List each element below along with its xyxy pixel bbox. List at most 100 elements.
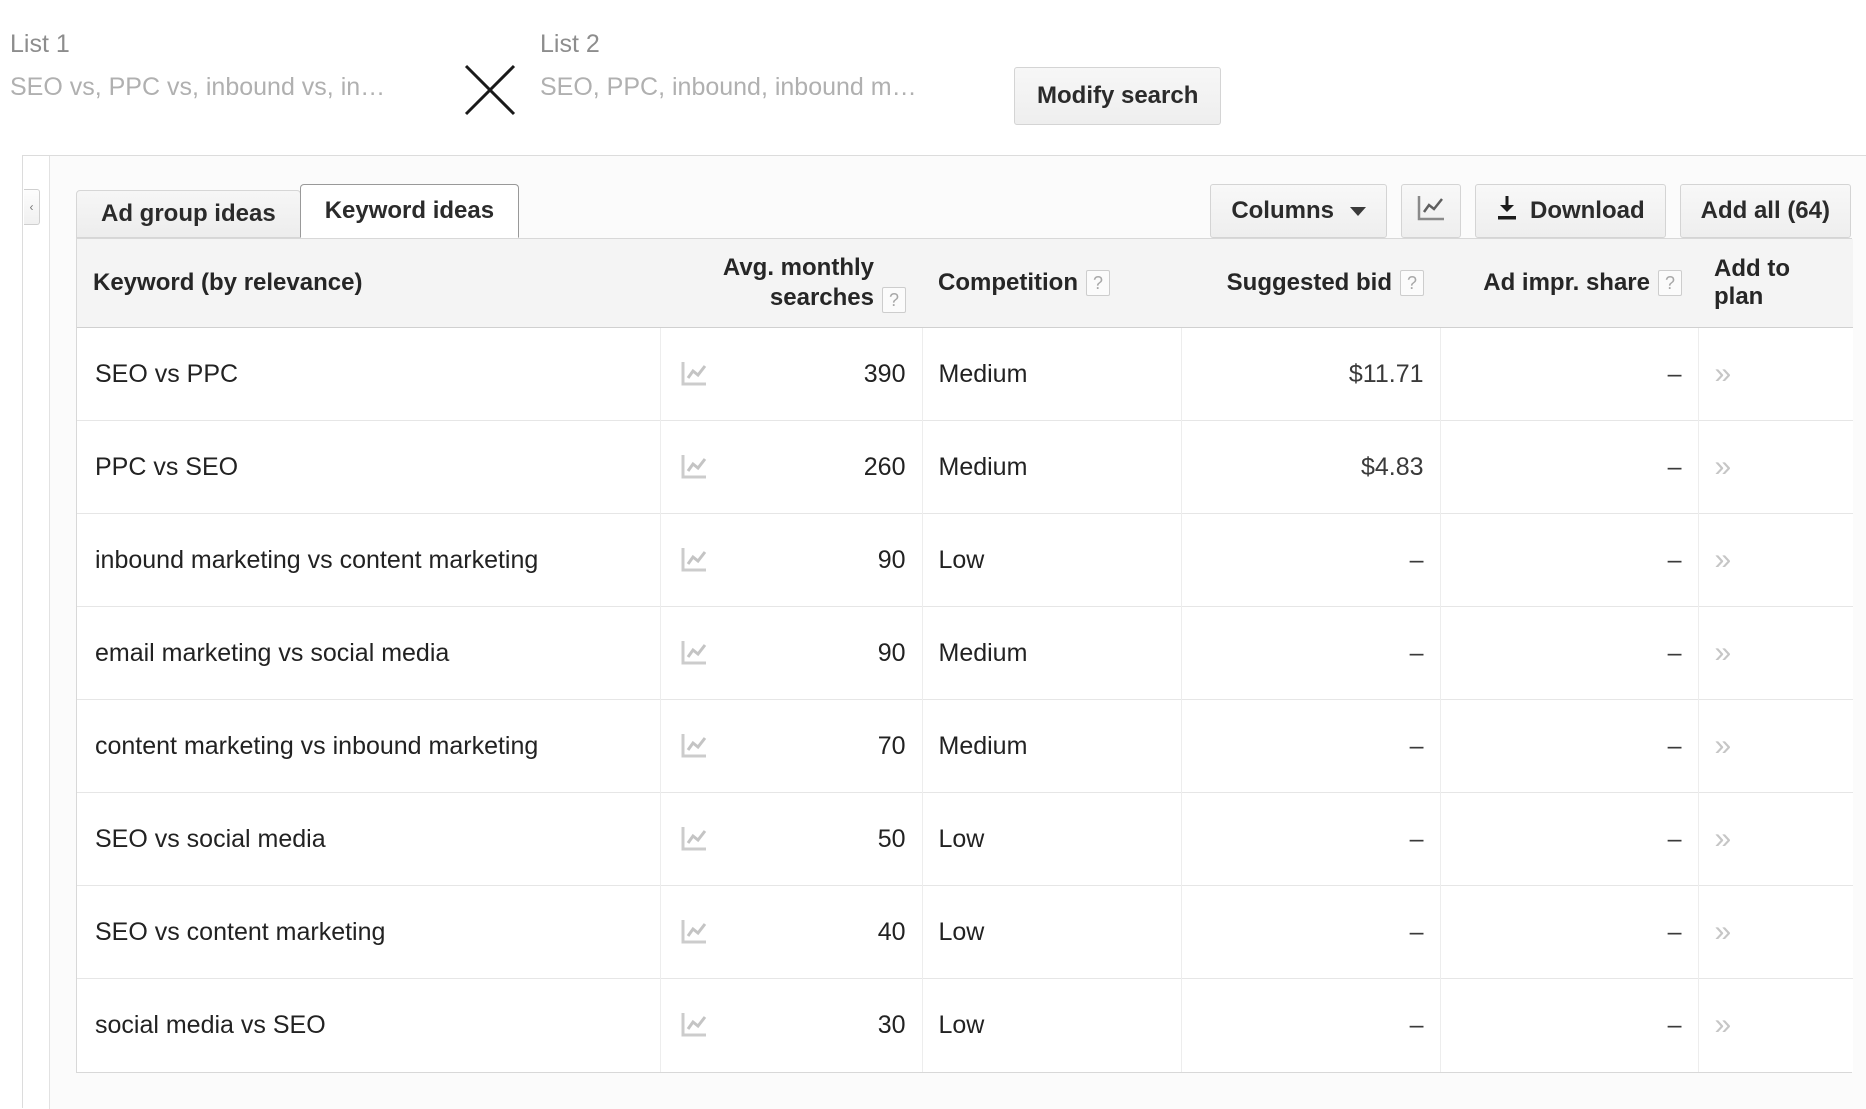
- sparkline-chart-icon[interactable]: [679, 1011, 709, 1039]
- cell-add-to-plan[interactable]: »: [1697, 699, 1853, 793]
- cell-suggested-bid: –: [1180, 792, 1440, 886]
- columns-button[interactable]: Columns: [1210, 184, 1387, 238]
- cell-add-to-plan[interactable]: »: [1697, 978, 1853, 1072]
- cell-add-to-plan[interactable]: »: [1697, 885, 1853, 979]
- download-button-label: Download: [1529, 197, 1645, 224]
- table-row[interactable]: SEO vs content marketing 40 Low – – »: [77, 885, 1853, 979]
- cell-avg-monthly-searches: 90: [659, 606, 922, 700]
- cell-keyword: email marketing vs social media: [77, 606, 660, 700]
- sidebar-collapse-handle[interactable]: ‹: [24, 189, 40, 225]
- cell-avg-monthly-searches: 30: [659, 978, 922, 1072]
- cell-add-to-plan[interactable]: »: [1697, 792, 1853, 886]
- column-header-keyword[interactable]: Keyword (by relevance): [77, 239, 660, 328]
- table-row[interactable]: content marketing vs inbound marketing 70…: [77, 699, 1853, 793]
- cell-add-to-plan[interactable]: »: [1697, 606, 1853, 700]
- ad-impr-share-value: –: [1667, 545, 1682, 574]
- suggested-bid-value: –: [1409, 824, 1424, 853]
- tab-keyword-ideas[interactable]: Keyword ideas: [299, 184, 520, 238]
- add-to-plan-icon[interactable]: »: [1715, 729, 1732, 762]
- column-header-avg-monthly-searches[interactable]: Avg. monthly searches ?: [660, 239, 922, 328]
- list-1-label: List 1: [10, 30, 70, 58]
- cell-competition: Low: [921, 978, 1181, 1072]
- table-row[interactable]: PPC vs SEO 260 Medium $4.83 – »: [77, 420, 1853, 514]
- searches-value: 50: [877, 824, 906, 853]
- table-row[interactable]: SEO vs PPC 390 Medium $11.71 – »: [77, 327, 1853, 421]
- table-row[interactable]: social media vs SEO 30 Low – – »: [77, 978, 1853, 1072]
- suggested-bid-value: $4.83: [1360, 452, 1424, 481]
- add-to-plan-icon[interactable]: »: [1715, 822, 1732, 855]
- suggested-bid-value: –: [1409, 638, 1424, 667]
- ad-impr-share-value: –: [1667, 917, 1682, 946]
- table-header-row: Keyword (by relevance) Avg. monthly sear…: [77, 239, 1853, 328]
- add-to-plan-icon[interactable]: »: [1715, 915, 1732, 948]
- suggested-bid-value: –: [1409, 545, 1424, 574]
- list-2-block: List 2 SEO, PPC, inbound, inbound m…: [540, 28, 970, 104]
- column-header-competition-label: Competition: [938, 269, 1078, 296]
- download-button[interactable]: Download: [1474, 184, 1666, 238]
- help-icon-avg-monthly-searches[interactable]: ?: [882, 287, 906, 313]
- keyword-ideas-table: Keyword (by relevance) Avg. monthly sear…: [77, 239, 1853, 1072]
- sparkline-chart-icon[interactable]: [679, 546, 709, 574]
- add-to-plan-icon[interactable]: »: [1715, 357, 1732, 390]
- keyword-text: email marketing vs social media: [95, 638, 450, 667]
- suggested-bid-value: –: [1409, 917, 1424, 946]
- add-to-plan-icon[interactable]: »: [1715, 450, 1732, 483]
- cell-avg-monthly-searches: 50: [659, 792, 922, 886]
- chart-view-button[interactable]: [1400, 184, 1461, 238]
- competition-value: Medium: [938, 731, 1028, 760]
- competition-value: Medium: [938, 638, 1028, 667]
- column-header-searches-line1: Avg. monthly: [722, 254, 874, 281]
- cell-keyword: inbound marketing vs content marketing: [77, 513, 660, 607]
- columns-button-label: Columns: [1231, 197, 1334, 224]
- cell-add-to-plan[interactable]: »: [1697, 513, 1853, 607]
- table-row[interactable]: SEO vs social media 50 Low – – »: [77, 792, 1853, 886]
- sparkline-chart-icon[interactable]: [679, 639, 709, 667]
- sparkline-chart-icon[interactable]: [679, 732, 709, 760]
- add-to-plan-icon[interactable]: »: [1715, 543, 1732, 576]
- sparkline-chart-icon[interactable]: [679, 360, 709, 388]
- cell-competition: Medium: [921, 699, 1181, 793]
- sparkline-chart-icon[interactable]: [679, 453, 709, 481]
- sparkline-chart-icon[interactable]: [679, 825, 709, 853]
- cell-keyword: content marketing vs inbound marketing: [77, 699, 660, 793]
- cell-avg-monthly-searches: 390: [659, 327, 922, 421]
- searches-value: 90: [877, 638, 906, 667]
- column-header-ad-impr-share[interactable]: Ad impr. share ?: [1440, 239, 1698, 328]
- ad-impr-share-value: –: [1667, 452, 1682, 481]
- add-to-plan-icon[interactable]: »: [1715, 636, 1732, 669]
- searches-value: 40: [877, 917, 906, 946]
- column-header-suggested-bid[interactable]: Suggested bid ?: [1181, 239, 1440, 328]
- help-icon-ad-impr-share[interactable]: ?: [1658, 270, 1682, 296]
- add-to-plan-icon[interactable]: »: [1715, 1008, 1732, 1041]
- line-chart-icon: [1416, 194, 1446, 229]
- cell-add-to-plan[interactable]: »: [1697, 327, 1853, 421]
- multiply-icon: [460, 60, 520, 120]
- cell-avg-monthly-searches: 70: [659, 699, 922, 793]
- cell-suggested-bid: $4.83: [1180, 420, 1440, 514]
- cell-keyword: SEO vs PPC: [77, 327, 660, 421]
- suggested-bid-value: $11.71: [1348, 359, 1424, 388]
- table-row[interactable]: inbound marketing vs content marketing 90…: [77, 513, 1853, 607]
- add-all-button[interactable]: Add all (64): [1679, 184, 1851, 238]
- help-icon-suggested-bid[interactable]: ?: [1400, 270, 1424, 296]
- list-2-label: List 2: [540, 30, 600, 58]
- column-header-suggested-bid-label: Suggested bid: [1226, 269, 1392, 296]
- keyword-text: SEO vs content marketing: [95, 917, 386, 946]
- keyword-text: SEO vs social media: [95, 824, 326, 853]
- list-1-block: List 1 SEO vs, PPC vs, inbound vs, in…: [10, 28, 430, 104]
- cell-ad-impr-share: –: [1439, 885, 1698, 979]
- help-icon-competition[interactable]: ?: [1085, 270, 1110, 296]
- modify-search-button[interactable]: Modify search: [1014, 67, 1222, 125]
- suggested-bid-value: –: [1409, 731, 1424, 760]
- chevron-down-icon: [1349, 206, 1366, 216]
- column-header-keyword-label: Keyword (by relevance): [93, 269, 363, 296]
- ad-impr-share-value: –: [1667, 1010, 1682, 1039]
- column-header-competition[interactable]: Competition ?: [922, 239, 1181, 328]
- cell-ad-impr-share: –: [1439, 513, 1698, 607]
- sparkline-chart-icon[interactable]: [679, 918, 709, 946]
- tab-ad-group-ideas[interactable]: Ad group ideas: [76, 190, 301, 238]
- table-row[interactable]: email marketing vs social media 90 Medium –…: [77, 606, 1853, 700]
- keyword-text: PPC vs SEO: [95, 452, 239, 481]
- cell-add-to-plan[interactable]: »: [1697, 420, 1853, 514]
- ad-impr-share-value: –: [1667, 731, 1682, 760]
